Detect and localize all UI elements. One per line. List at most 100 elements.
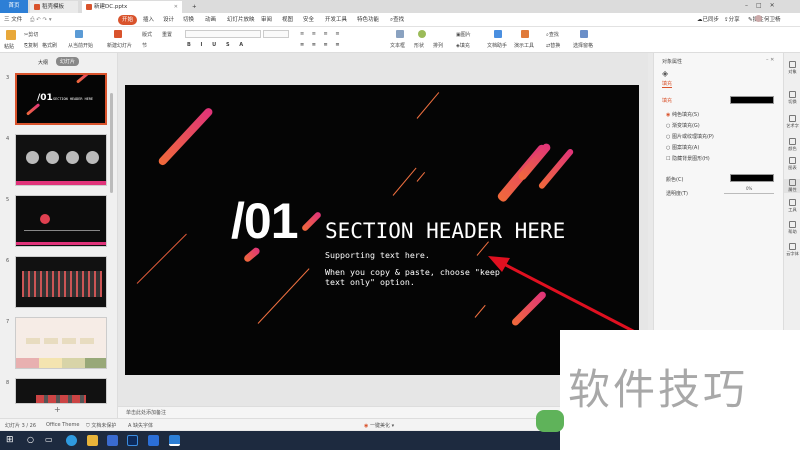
format-painter-button[interactable]: 格式刷 (42, 42, 57, 49)
menu-animation[interactable]: 动画 (205, 15, 216, 25)
tab-home[interactable]: 首页 (0, 0, 28, 13)
app-icon[interactable] (107, 435, 118, 446)
doc-assistant-button[interactable]: 文档助手 (487, 42, 507, 49)
doc-protect-status[interactable]: ⛉ 文档未保护 (86, 422, 116, 429)
menu-devtools[interactable]: 开发工具 (325, 15, 347, 25)
hide-background-checkbox[interactable]: ☐ 隐藏背景图形(H) (666, 154, 714, 165)
wps-icon[interactable] (169, 435, 180, 446)
menu-file[interactable]: 三 文件 (4, 15, 22, 25)
fill-option-picture[interactable]: ○ 图片或纹理填充(P) (666, 132, 714, 143)
paragraph-buttons[interactable]: ≡ ≡ ≡ ≡ (300, 31, 343, 37)
sidebar-color[interactable]: 颜色 (784, 138, 800, 152)
replace-button[interactable]: ⇄替换 (546, 42, 560, 49)
menu-review[interactable]: 审阅 (261, 15, 272, 25)
tab-daoke-template[interactable]: 稻壳模板 (30, 1, 78, 13)
section-button[interactable]: 节 (142, 42, 147, 49)
search-icon[interactable]: ○ (27, 435, 34, 444)
reset-button[interactable]: 重置 (162, 31, 172, 38)
sidebar-properties[interactable]: 属性 (784, 179, 800, 193)
sync-status[interactable]: ☁已同步 (697, 15, 719, 25)
decor-stripe (300, 210, 323, 233)
menu-security[interactable]: 安全 (303, 15, 314, 25)
fill-button[interactable]: ◈填充 (456, 42, 470, 49)
checkbox-icon: ☐ (666, 156, 671, 162)
new-tab-button[interactable]: + (188, 1, 198, 13)
slides-tab[interactable]: 幻灯片 (56, 57, 80, 66)
note-text-line1[interactable]: When you copy & paste, choose "keep (325, 267, 500, 277)
quick-access-toolbar[interactable]: ⎙ ↶ ↷ ▾ (30, 15, 52, 25)
image-button[interactable]: ▣图片 (456, 31, 471, 38)
slides-scrollbar[interactable] (110, 93, 113, 193)
color-picker[interactable] (730, 174, 774, 182)
transparency-slider[interactable] (724, 193, 774, 194)
section-header[interactable]: SECTION HEADER HERE (325, 219, 565, 243)
menu-design[interactable]: 设计 (163, 15, 174, 25)
sidebar-transition[interactable]: 切换 (784, 91, 800, 105)
cut-button[interactable]: ✂剪切 (24, 31, 38, 38)
fill-color-select[interactable] (730, 96, 774, 104)
menu-insert[interactable]: 插入 (143, 15, 154, 25)
window-controls[interactable]: –□✕ (745, 2, 783, 9)
menu-slideshow[interactable]: 幻灯片放映 (227, 15, 255, 25)
close-tab-icon[interactable]: ✕ (174, 1, 178, 13)
task-view-icon[interactable]: ▭ (45, 435, 53, 444)
fill-option-solid[interactable]: ◉ 纯色填充(S) (666, 110, 714, 121)
missing-font-button[interactable]: A 缺失字体 (128, 422, 153, 429)
slide-thumbnail[interactable] (15, 195, 107, 247)
sidebar-object[interactable]: 对象 (784, 61, 800, 75)
from-current-button[interactable]: 从当前开始 (68, 42, 93, 49)
presenter-tools-button[interactable]: 演示工具 (514, 42, 534, 49)
text-box-button[interactable]: 文本框 (390, 42, 405, 49)
text-format-buttons[interactable]: B I U S A (187, 42, 247, 48)
panel-controls[interactable]: – ✕ (766, 57, 774, 63)
sidebar-tools[interactable]: 工具 (784, 199, 800, 213)
section-number[interactable]: /01 (231, 191, 299, 251)
select-pane-button[interactable]: 选择窗格 (573, 42, 593, 49)
add-slide-button[interactable]: + (54, 405, 61, 414)
shape-button[interactable]: 形状 (414, 42, 424, 49)
menu-transition[interactable]: 切换 (183, 15, 194, 25)
share-button[interactable]: ⇪分享 (724, 15, 740, 25)
paste-button[interactable]: 粘贴 (4, 43, 14, 50)
note-text-line2[interactable]: text only" option. (325, 277, 415, 287)
find-button[interactable]: ⌕查找 (546, 31, 559, 38)
sidebar-cloud-font[interactable]: 云字体 (784, 243, 800, 257)
slide-thumbnail[interactable] (15, 378, 107, 404)
font-size-select[interactable] (263, 30, 289, 38)
menu-view[interactable]: 视图 (282, 15, 293, 25)
fill-section-label[interactable]: 填充 (662, 97, 672, 104)
beautify-button[interactable]: ◉ 一键美化 ▾ (364, 422, 394, 429)
new-slide-button[interactable]: 新建幻灯片 (107, 42, 132, 49)
arrange-button[interactable]: 排列 (433, 42, 443, 49)
font-family-select[interactable] (185, 30, 261, 38)
fill-option-gradient[interactable]: ○ 渐变填充(G) (666, 121, 714, 132)
sidebar-chart[interactable]: 图表 (784, 157, 800, 171)
tab-current-file[interactable]: 新建DC.pptx ✕ (82, 1, 182, 13)
windows-start-icon[interactable]: ⊞ (6, 435, 14, 445)
sidebar-wordart[interactable]: 艺术字 (784, 115, 800, 129)
avatar[interactable] (755, 15, 762, 22)
folder-icon[interactable] (87, 435, 98, 446)
copy-button[interactable]: ⎘复制 (24, 42, 38, 49)
app-icon[interactable] (148, 435, 159, 446)
photoshop-icon[interactable] (127, 435, 138, 446)
slide-thumbnail-current[interactable]: /01 SECTION HEADER HERE (15, 73, 107, 125)
user-name[interactable]: 何卫杨 (764, 15, 781, 25)
layout-button[interactable]: 版式 (142, 31, 152, 38)
menu-start[interactable]: 开始 (118, 15, 138, 25)
transparency-value[interactable]: 0% (746, 186, 752, 191)
fill-tab[interactable]: 填充 (662, 80, 673, 88)
edge-icon[interactable] (66, 435, 77, 446)
align-buttons[interactable]: ≣ ≣ ≣ ≣ (300, 42, 343, 48)
slide-thumbnail[interactable] (15, 256, 107, 308)
floating-assistant-button[interactable] (536, 410, 564, 432)
sidebar-help[interactable]: 帮助 (784, 221, 800, 235)
slide-thumbnail[interactable] (15, 134, 107, 186)
fill-bucket-icon[interactable]: ◈ (662, 69, 668, 78)
menu-search[interactable]: ⌕查找 (390, 15, 404, 25)
slide-thumbnail[interactable] (15, 317, 107, 369)
supporting-text[interactable]: Supporting text here. (325, 250, 430, 260)
fill-option-pattern[interactable]: ○ 图案填充(A) (666, 143, 714, 154)
menu-special[interactable]: 特色功能 (357, 15, 379, 25)
outline-tab[interactable]: 大纲 (38, 59, 48, 66)
